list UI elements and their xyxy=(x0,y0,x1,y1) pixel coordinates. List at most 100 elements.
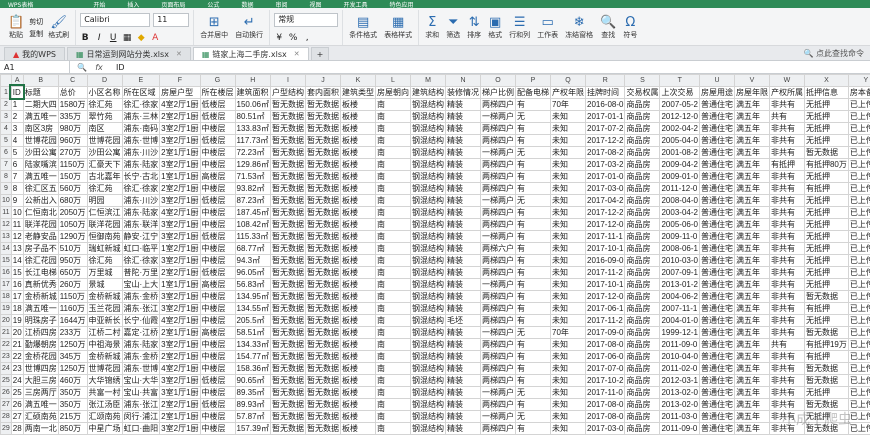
cell[interactable]: 960万 xyxy=(57,133,88,147)
cell[interactable]: 2013-02-0 xyxy=(659,397,700,411)
cell[interactable]: 3室2厅1厨 xyxy=(159,373,201,387)
cell[interactable]: 板楼 xyxy=(340,145,376,159)
cell[interactable]: 商品房 xyxy=(624,361,661,375)
cell[interactable]: 联洋花园 xyxy=(22,217,59,231)
cell[interactable]: 板楼 xyxy=(340,313,376,327)
column-header[interactable]: H xyxy=(234,74,272,87)
cell[interactable]: 19 xyxy=(10,313,24,327)
cell[interactable]: 2017-01-0 xyxy=(584,169,626,183)
cell[interactable]: 暂无数据 xyxy=(803,325,849,339)
cell[interactable]: 中楼层 xyxy=(199,337,236,351)
cell[interactable]: 大胆三房 xyxy=(22,373,59,387)
cell[interactable]: 9 xyxy=(10,193,24,207)
cell[interactable]: 共有 xyxy=(768,337,805,351)
cell[interactable]: 南 xyxy=(375,97,411,111)
cell[interactable]: 梯户比例 xyxy=(480,85,516,99)
cell[interactable]: 暂无数据 xyxy=(803,145,849,159)
cell[interactable]: 有 xyxy=(515,349,551,363)
cell[interactable]: 非共有 xyxy=(768,229,805,243)
conditional-format-button[interactable]: ▤ 条件格式 xyxy=(347,15,379,40)
cell[interactable]: 2 xyxy=(10,109,24,123)
cell[interactable]: 3室2厅1厨 xyxy=(159,229,201,243)
cell[interactable]: 普通住宅 xyxy=(698,109,735,123)
cell[interactable]: 精装 xyxy=(445,277,481,291)
cell[interactable]: 暂无数据 xyxy=(305,205,341,219)
cell[interactable]: 钢混结构 xyxy=(410,313,446,327)
cell[interactable]: 已上传房 xyxy=(847,265,870,279)
cell[interactable]: 非共有 xyxy=(768,277,805,291)
cell[interactable]: 精装 xyxy=(445,325,481,339)
cell[interactable]: 中楼层 xyxy=(199,241,236,255)
cell[interactable]: 商品房 xyxy=(624,409,661,423)
cell[interactable]: 两梯四户 xyxy=(480,133,516,147)
cell[interactable]: 无 xyxy=(515,109,551,123)
cell[interactable]: 商品房 xyxy=(624,325,661,339)
cell[interactable]: 满五年 xyxy=(733,301,770,315)
cell[interactable]: 2016-08-0 xyxy=(584,97,626,111)
row-header[interactable]: 4 xyxy=(0,121,12,135)
cell[interactable]: 2017-11-0 xyxy=(584,385,626,399)
cell[interactable]: 暂无数据 xyxy=(305,409,341,423)
cell[interactable]: 两梯四户 xyxy=(480,121,516,135)
cell[interactable]: 90.65㎡ xyxy=(234,373,272,387)
cell[interactable]: 古北嘉年 xyxy=(86,169,123,183)
cell[interactable]: 满五年 xyxy=(733,205,770,219)
cell[interactable]: 暂无数据 xyxy=(270,181,306,195)
currency-icon[interactable]: ¥ xyxy=(274,33,284,43)
cell[interactable]: 非共有 xyxy=(768,97,805,111)
cell[interactable]: 钢混结构 xyxy=(410,241,446,255)
cell[interactable]: 无抵押 xyxy=(803,205,849,219)
cell[interactable]: 未知 xyxy=(550,157,586,171)
cell[interactable]: 未知 xyxy=(550,217,586,231)
cell[interactable]: 钢混结构 xyxy=(410,229,446,243)
cell[interactable]: 暂无数据 xyxy=(305,97,341,111)
cell[interactable]: 房屋年限 xyxy=(733,85,770,99)
cell[interactable]: 4室2厅1厨 xyxy=(159,97,201,111)
cell[interactable]: 3室2厅1厨 xyxy=(159,193,201,207)
cell[interactable]: 两梯四户 xyxy=(480,313,516,327)
cell[interactable]: 非共有 xyxy=(768,373,805,387)
cell[interactable]: 金桥新城 xyxy=(86,289,123,303)
cell[interactable]: 南 xyxy=(375,241,411,255)
cell[interactable]: 350万 xyxy=(57,397,88,411)
cell[interactable]: 650万 xyxy=(57,265,88,279)
cell[interactable]: 南 xyxy=(375,121,411,135)
cell[interactable]: 房屋户型 xyxy=(159,85,201,99)
cell[interactable]: 商品房 xyxy=(624,349,661,363)
cell[interactable]: 商品房 xyxy=(624,109,661,123)
cell[interactable]: 普通住宅 xyxy=(698,253,735,267)
cell[interactable]: 板楼 xyxy=(340,241,376,255)
cell[interactable]: 中楼层 xyxy=(199,157,236,171)
column-header[interactable]: C xyxy=(57,74,88,87)
cell[interactable]: 3室2厅1厨 xyxy=(159,121,201,135)
cell[interactable]: 暂无数据 xyxy=(305,385,341,399)
cell[interactable]: 一梯两户 xyxy=(480,277,516,291)
cell[interactable]: 毛坯 xyxy=(445,313,481,327)
cell[interactable]: 有 xyxy=(515,229,551,243)
row-header[interactable]: 6 xyxy=(0,145,12,159)
cell[interactable]: 已上传房 xyxy=(847,229,870,243)
cell[interactable]: 暂无数据 xyxy=(305,313,341,327)
cell[interactable]: 商品房 xyxy=(624,253,661,267)
cell[interactable]: 精装 xyxy=(445,109,481,123)
cell[interactable]: 已上传房 xyxy=(847,373,870,387)
column-header[interactable]: D xyxy=(86,74,123,87)
cell[interactable]: 配备电梯 xyxy=(515,85,551,99)
cell[interactable]: 有 xyxy=(515,421,551,435)
cell[interactable]: 中楼层 xyxy=(199,289,236,303)
cell[interactable]: 暂无数据 xyxy=(305,145,341,159)
cell[interactable]: 景城 xyxy=(86,277,123,291)
cell[interactable]: 精装 xyxy=(445,253,481,267)
cell[interactable]: 两梯四户 xyxy=(480,289,516,303)
cell[interactable]: 虹口·曲阳 xyxy=(121,421,161,435)
cell[interactable]: 2005-06-0 xyxy=(659,217,700,231)
cell[interactable]: 已上传房 xyxy=(847,205,870,219)
cell[interactable]: 满五年 xyxy=(733,385,770,399)
cell[interactable]: 商品房 xyxy=(624,385,661,399)
cell[interactable]: 158.36㎡ xyxy=(234,361,272,375)
cell[interactable]: 暂无数据 xyxy=(305,181,341,195)
cell[interactable]: 精装 xyxy=(445,409,481,423)
cell[interactable]: 未知 xyxy=(550,361,586,375)
cell[interactable]: 暂无数据 xyxy=(270,289,306,303)
cell[interactable]: 钢混结构 xyxy=(410,181,446,195)
